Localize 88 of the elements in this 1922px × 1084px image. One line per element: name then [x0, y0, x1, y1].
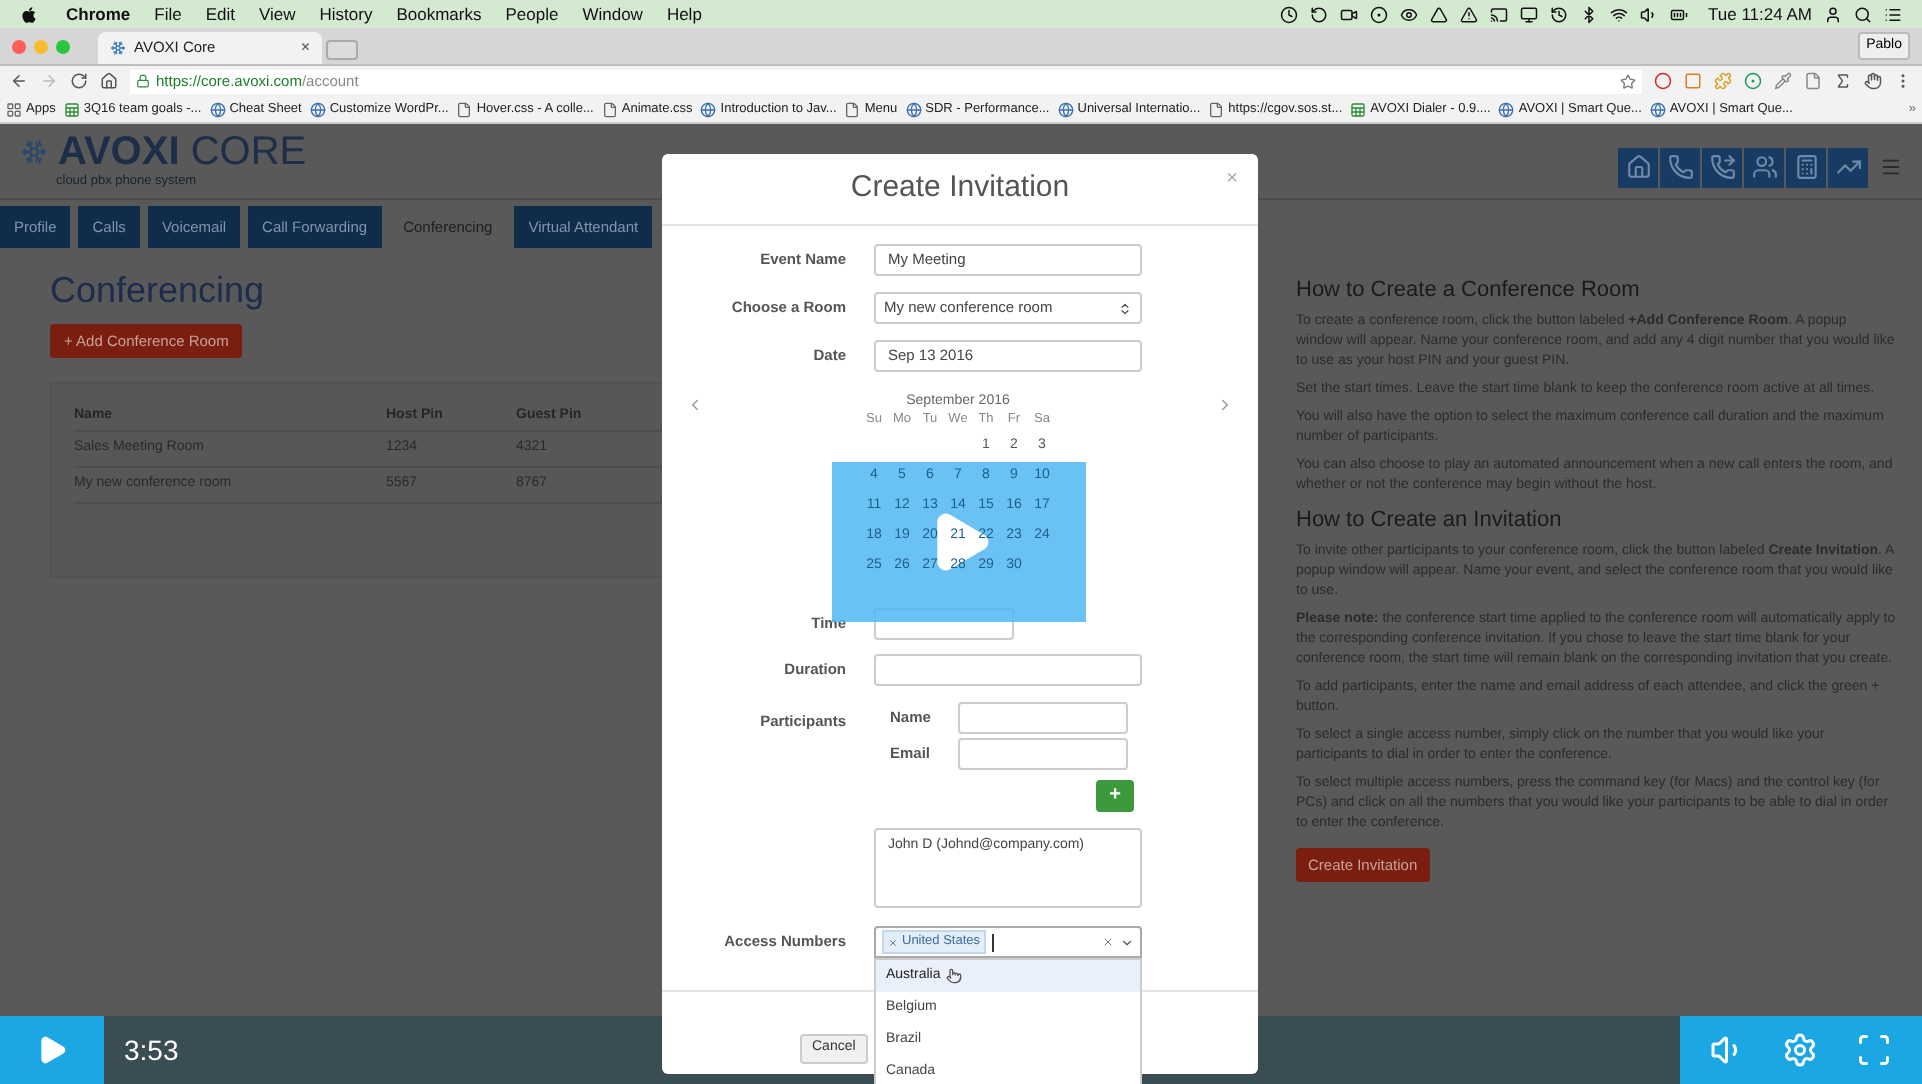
- snowflake-icon: [110, 40, 126, 56]
- record-icon[interactable]: [1370, 5, 1389, 23]
- grid-icon: [6, 101, 22, 117]
- globe-icon: [209, 101, 226, 117]
- dot-icon[interactable]: [1744, 72, 1762, 90]
- sheet-icon: [63, 101, 80, 117]
- nav-button[interactable]: [1618, 147, 1658, 187]
- list-icon[interactable]: [1884, 5, 1902, 23]
- page-icon[interactable]: [1804, 72, 1822, 90]
- page-icon: [1208, 101, 1225, 117]
- nav-button[interactable]: [1702, 147, 1742, 187]
- next-month-button[interactable]: [1216, 396, 1234, 414]
- name-field[interactable]: [958, 702, 1128, 734]
- menu-item[interactable]: Help: [666, 1, 702, 27]
- warning-icon[interactable]: [1460, 5, 1479, 23]
- settings-icon[interactable]: [1782, 1032, 1819, 1068]
- menu-item[interactable]: History: [319, 1, 373, 27]
- play-icon: [36, 1034, 68, 1066]
- caret-icon[interactable]: [1120, 935, 1134, 949]
- sigma-icon[interactable]: [1834, 72, 1852, 90]
- page-icon: [601, 101, 618, 117]
- calculator-icon: [1793, 154, 1819, 180]
- square-icon[interactable]: [1684, 72, 1702, 90]
- cast-icon[interactable]: [1490, 5, 1509, 23]
- user-icon[interactable]: [1824, 5, 1842, 23]
- page-heading: Conferencing: [50, 270, 265, 310]
- reload-button[interactable]: [70, 72, 88, 90]
- modal-title: Create Invitation: [850, 168, 1070, 209]
- fullscreen-icon[interactable]: [1855, 1032, 1892, 1068]
- globe-icon: [309, 101, 326, 117]
- sync-icon[interactable]: [1310, 5, 1329, 23]
- nav-button[interactable]: [1828, 147, 1868, 187]
- home-button[interactable]: [100, 72, 118, 90]
- history-icon[interactable]: [1550, 5, 1569, 23]
- battery-icon[interactable]: [1670, 5, 1689, 23]
- hand-pointer-icon: [946, 968, 963, 984]
- menu-item[interactable]: Window: [582, 1, 643, 27]
- clock-icon[interactable]: [1280, 5, 1299, 23]
- logo-text: AVOXI CORE: [58, 131, 307, 172]
- volume-icon[interactable]: [1640, 5, 1659, 23]
- menu-item[interactable]: Edit: [205, 1, 235, 27]
- previous-month-button[interactable]: [686, 396, 704, 414]
- menu-item[interactable]: View: [258, 1, 296, 27]
- nav-button[interactable]: [1786, 147, 1826, 187]
- triangle-icon[interactable]: [1430, 5, 1449, 23]
- forward-icon: [1709, 154, 1735, 180]
- pipette-icon[interactable]: [1774, 72, 1792, 90]
- play-button[interactable]: [0, 1016, 104, 1084]
- duration-field[interactable]: [874, 654, 1142, 686]
- eye-icon[interactable]: [1400, 5, 1419, 23]
- app-menu[interactable]: Chrome: [66, 1, 131, 27]
- globe-icon: [700, 101, 717, 117]
- snowflake-icon: [20, 137, 48, 166]
- video-time: 3:53: [124, 1031, 179, 1069]
- page-icon: [844, 101, 861, 117]
- menu-item[interactable]: People: [505, 1, 559, 27]
- star-icon[interactable]: [1620, 73, 1636, 89]
- help-heading: How to Create a Conference Room: [1296, 278, 1642, 304]
- nav-button[interactable]: [1744, 147, 1784, 187]
- updown-icon: [1118, 301, 1132, 315]
- apple-icon[interactable]: [20, 5, 38, 23]
- globe-icon: [905, 101, 922, 117]
- help-heading: How to Create an Invitation: [1296, 508, 1564, 534]
- menu-item[interactable]: File: [154, 1, 182, 27]
- monitor-icon[interactable]: [1520, 5, 1539, 23]
- clear-icon[interactable]: [1102, 936, 1114, 948]
- bluetooth-icon[interactable]: [1580, 5, 1599, 23]
- wifi-icon[interactable]: [1610, 5, 1629, 23]
- lock-icon: [136, 74, 150, 88]
- home-icon: [1625, 154, 1651, 180]
- camera-icon[interactable]: [1340, 5, 1359, 23]
- globe-icon: [1057, 101, 1074, 117]
- phone-icon: [1667, 154, 1693, 180]
- sheet-icon: [1350, 101, 1367, 117]
- nav-button[interactable]: [1660, 147, 1700, 187]
- add-participant-button[interactable]: +: [1096, 780, 1134, 812]
- people-icon: [1751, 154, 1777, 180]
- back-button[interactable]: [10, 72, 28, 90]
- globe-icon: [1649, 101, 1666, 117]
- ring-icon[interactable]: [1654, 72, 1672, 90]
- menu-item[interactable]: Bookmarks: [396, 1, 482, 27]
- search-icon[interactable]: [1854, 5, 1872, 23]
- email-field[interactable]: [958, 738, 1128, 770]
- tab-close-button[interactable]: ×: [300, 36, 310, 60]
- menu-clock[interactable]: Tue 11:24 AM: [1708, 1, 1812, 27]
- hand-icon[interactable]: [1864, 72, 1882, 90]
- page-icon: [456, 101, 473, 117]
- globe-icon: [1498, 101, 1515, 117]
